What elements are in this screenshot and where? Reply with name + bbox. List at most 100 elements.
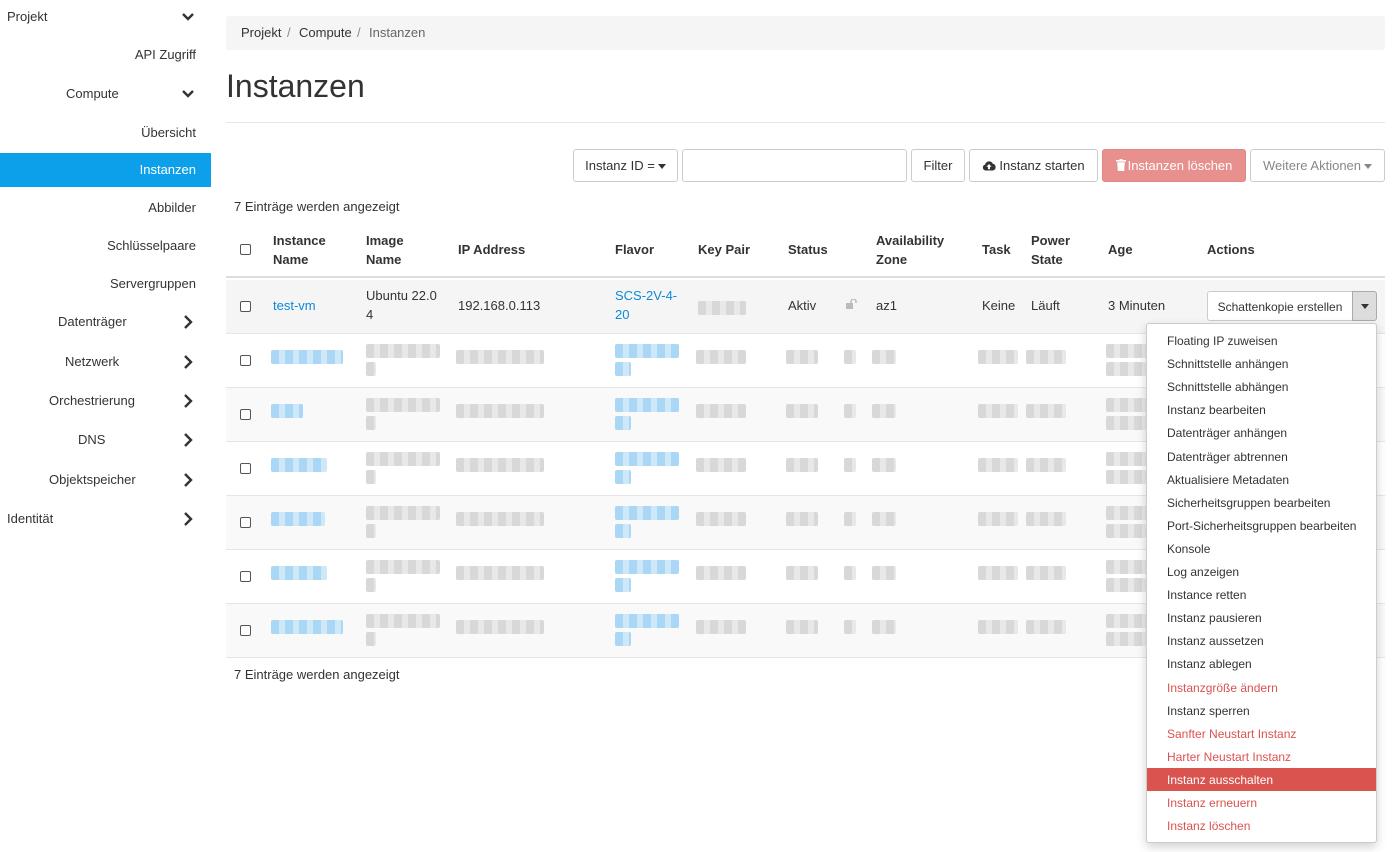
row-checkbox[interactable] <box>240 301 251 312</box>
menu-item-label: Port-Sicherheitsgruppen bearbeiten <box>1167 518 1357 533</box>
sidebar-item-compute[interactable]: Compute <box>0 77 211 111</box>
zone-redacted <box>872 458 896 472</box>
sidebar-item-übersicht[interactable]: Übersicht <box>0 116 211 150</box>
menu-item-instanz-aussetzen[interactable]: Instanz aussetzen <box>1147 629 1376 652</box>
create-snapshot-button[interactable]: Schattenkopie erstellen <box>1207 291 1353 321</box>
menu-item-label: Datenträger anhängen <box>1167 426 1288 441</box>
sidebar-item-objektspeicher[interactable]: Objektspeicher <box>0 463 211 497</box>
header-task[interactable]: Task <box>982 240 1011 259</box>
menu-item-harter-neustart-instanz[interactable]: Harter Neustart Instanz <box>1147 745 1376 768</box>
sidebar-item-abbilder[interactable]: Abbilder <box>0 191 211 225</box>
header-ip-address[interactable]: IP Address <box>458 240 525 259</box>
menu-item-konsole[interactable]: Konsole <box>1147 537 1376 560</box>
power-state-redacted <box>1026 458 1066 472</box>
menu-item-datenträger-anhängen[interactable]: Datenträger anhängen <box>1147 421 1376 444</box>
menu-item-floating-ip-zuweisen[interactable]: Floating IP zuweisen <box>1147 329 1376 352</box>
image-name-redacted <box>366 470 376 484</box>
menu-item-instanz-ausschalten[interactable]: Instanz ausschalten <box>1147 767 1376 791</box>
instance-name-link[interactable]: test-vm <box>273 296 316 315</box>
menu-item-instanz-bearbeiten[interactable]: Instanz bearbeiten <box>1147 398 1376 421</box>
row-checkbox[interactable] <box>240 463 251 474</box>
menu-item-datenträger-abtrennen[interactable]: Datenträger abtrennen <box>1147 445 1376 468</box>
delete-instances-button[interactable]: Instanzen löschen <box>1102 149 1246 182</box>
sidebar-item-dns[interactable]: DNS <box>0 423 211 457</box>
sidebar-item-label: DNS <box>78 432 106 447</box>
header-key-pair[interactable]: Key Pair <box>698 240 750 259</box>
sidebar-item-label: Identität <box>7 511 54 526</box>
launch-instance-button[interactable]: Instanz starten <box>969 149 1098 182</box>
menu-item-sicherheitsgruppen-bearbeiten[interactable]: Sicherheitsgruppen bearbeiten <box>1147 491 1376 514</box>
power-state-redacted <box>1026 512 1066 526</box>
filter-input[interactable] <box>682 149 907 182</box>
menu-item-log-anzeigen[interactable]: Log anzeigen <box>1147 560 1376 583</box>
sidebar-item-datenträger[interactable]: Datenträger <box>0 305 211 339</box>
sidebar-item-label: Objektspeicher <box>49 472 136 487</box>
sidebar-item-label: Orchestrierung <box>49 393 135 408</box>
row-checkbox[interactable] <box>240 409 251 420</box>
zone-redacted <box>872 512 896 526</box>
header-image-name[interactable]: Image Name <box>366 231 404 269</box>
flavor-link[interactable]: SCS-2V-4- 20 <box>615 286 677 324</box>
header-actions: Actions <box>1207 242 1255 257</box>
lock-redacted <box>844 620 856 634</box>
header-flavor[interactable]: Flavor <box>615 240 654 259</box>
ip-address-redacted <box>456 512 544 526</box>
sidebar-item-orchestrierung[interactable]: Orchestrierung <box>0 384 211 418</box>
task-redacted <box>978 620 1018 634</box>
flavor-redacted <box>615 362 631 376</box>
row-checkbox[interactable] <box>240 355 251 366</box>
filter-field-select[interactable]: Instanz ID = <box>573 149 678 182</box>
status-redacted <box>786 458 818 472</box>
actions-dropdown-toggle[interactable] <box>1352 291 1377 321</box>
sidebar: Projekt API Zugriff Compute Übersicht Instan… <box>0 0 211 852</box>
menu-item-schnittstelle-anhängen[interactable]: Schnittstelle anhängen <box>1147 352 1376 375</box>
menu-item-instance-retten[interactable]: Instance retten <box>1147 583 1376 606</box>
sidebar-item-label: Instanzen <box>139 162 196 177</box>
sidebar-item-identität[interactable]: Identität <box>0 502 211 536</box>
image-name-redacted <box>366 614 440 628</box>
chevron-right-icon <box>181 314 195 330</box>
menu-item-instanz-erneuern[interactable]: Instanz erneuern <box>1147 791 1376 814</box>
image-name-redacted <box>366 524 376 538</box>
row-checkbox[interactable] <box>240 625 251 636</box>
row-checkbox[interactable] <box>240 571 251 582</box>
unlock-icon[interactable] <box>846 299 857 309</box>
sidebar-item-api-zugriff[interactable]: API Zugriff <box>0 38 211 72</box>
image-name-redacted <box>366 416 376 430</box>
breadcrumb-projekt[interactable]: Projekt <box>241 25 281 40</box>
menu-item-instanz-sperren[interactable]: Instanz sperren <box>1147 699 1376 722</box>
sidebar-item-schlüsselpaare[interactable]: Schlüsselpaare <box>0 229 211 263</box>
menu-item-schnittstelle-abhängen[interactable]: Schnittstelle abhängen <box>1147 375 1376 398</box>
status-redacted <box>786 512 818 526</box>
breadcrumb-current: Instanzen <box>369 25 426 40</box>
menu-item-sanfter-neustart-instanz[interactable]: Sanfter Neustart Instanz <box>1147 722 1376 745</box>
sidebar-item-servergruppen[interactable]: Servergruppen <box>0 267 211 301</box>
header-instance-name[interactable]: Instance Name <box>273 231 326 269</box>
flavor-redacted <box>615 398 679 412</box>
image-name-redacted <box>366 362 376 376</box>
header-age[interactable]: Age <box>1108 240 1133 259</box>
sidebar-item-projekt[interactable]: Projekt <box>0 0 211 34</box>
menu-item-label: Instanz ablegen <box>1167 657 1252 672</box>
header-availability-zone[interactable]: Availability Zone <box>876 231 944 269</box>
header-status[interactable]: Status <box>788 240 828 259</box>
menu-item-aktualisiere-metadaten[interactable]: Aktualisiere Metadaten <box>1147 468 1376 491</box>
age-redacted <box>1106 416 1146 430</box>
more-actions-button[interactable]: Weitere Aktionen <box>1250 149 1385 182</box>
menu-item-instanz-ablegen[interactable]: Instanz ablegen <box>1147 652 1376 675</box>
ip-address: 192.168.0.113 <box>458 298 541 313</box>
menu-item-label: Instanz aussetzen <box>1167 634 1264 649</box>
menu-item-port-sicherheitsgruppen-bearbeiten[interactable]: Port-Sicherheitsgruppen bearbeiten <box>1147 514 1376 537</box>
caret-down-icon <box>1361 304 1369 309</box>
row-checkbox[interactable] <box>240 517 251 528</box>
select-all-checkbox[interactable] <box>240 244 251 255</box>
menu-item-instanz-löschen[interactable]: Instanz löschen <box>1147 814 1376 837</box>
breadcrumb-compute[interactable]: Compute <box>299 25 352 40</box>
sidebar-item-netzwerk[interactable]: Netzwerk <box>0 345 211 379</box>
filter-button[interactable]: Filter <box>911 149 965 182</box>
key-pair-redacted <box>696 458 746 472</box>
sidebar-item-instanzen[interactable]: Instanzen <box>0 153 211 187</box>
menu-item-instanz-pausieren[interactable]: Instanz pausieren <box>1147 606 1376 629</box>
menu-item-instanzgröße-ändern[interactable]: Instanzgröße ändern <box>1147 676 1376 699</box>
header-power-state[interactable]: Power State <box>1031 231 1070 269</box>
